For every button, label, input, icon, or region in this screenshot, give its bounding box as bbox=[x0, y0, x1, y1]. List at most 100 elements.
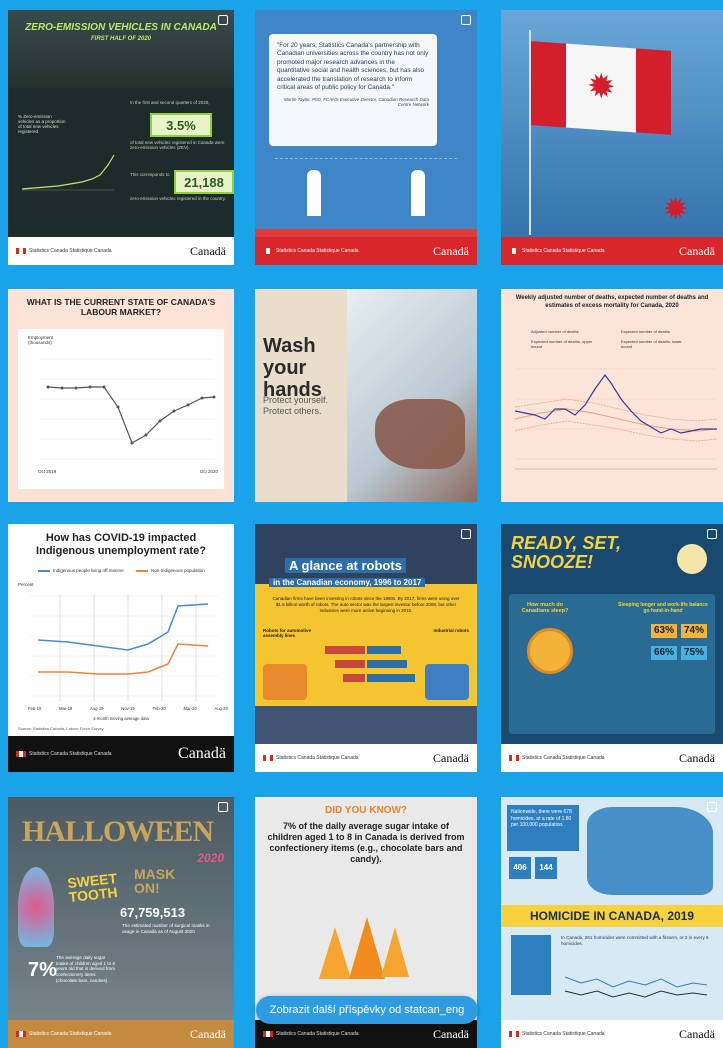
post-zero-emission[interactable]: ZERO-EMISSION VEHICLES IN CANADA FIRST H… bbox=[8, 10, 234, 265]
candy-corn bbox=[349, 917, 385, 979]
canada-wordmark: Canadä bbox=[178, 745, 226, 762]
women-stat-1: 63% bbox=[651, 624, 677, 638]
flag-icon bbox=[16, 1031, 26, 1037]
moon-icon bbox=[677, 544, 707, 574]
pct-desc: The average daily sugar intake of childr… bbox=[56, 955, 115, 983]
chart-label: % Zero-emission vehicles as a proportion… bbox=[18, 114, 66, 134]
legend-4: Expected number of deaths, lower bound bbox=[621, 339, 682, 349]
post-title: How has COVID-19 impacted Indigenous une… bbox=[36, 532, 206, 557]
homicide-line-chart bbox=[564, 976, 708, 998]
question: How much do Canadians sleep? bbox=[521, 602, 569, 614]
gov-wordmark: Statistics Canada Statistique Canada bbox=[263, 248, 359, 254]
red-band bbox=[255, 229, 477, 237]
bar bbox=[335, 660, 365, 668]
stat-percent: 3.5% bbox=[150, 113, 212, 137]
stat-text: In Canada, 261 homicides were committed … bbox=[561, 935, 709, 946]
legend-2: Expected number of deaths bbox=[621, 329, 670, 334]
gov-wordmark: Statistics Canada Statistique Canada bbox=[263, 1031, 359, 1037]
gov-wordmark: Statistics Canada Statistique Canada bbox=[16, 1031, 112, 1037]
post-title: HALLOWEEN bbox=[22, 815, 214, 848]
post-robots[interactable]: A glance at robots in the Canadian econo… bbox=[255, 524, 477, 772]
science-illustration bbox=[275, 158, 457, 211]
canada-wordmark: Canadä bbox=[679, 243, 715, 258]
flag-icon bbox=[16, 248, 26, 254]
x-end-label: Oct 2020 bbox=[199, 469, 218, 474]
flag-icon bbox=[509, 755, 519, 761]
post-rdc-quote[interactable]: "For 20 years, Statistics Canada's partn… bbox=[255, 10, 477, 265]
panel-subtitle: Sleeping longer and work-life balance go… bbox=[618, 602, 708, 614]
sweet-tooth: SWEET TOOTH bbox=[66, 870, 119, 906]
post-title: Weekly adjusted number of deaths, expect… bbox=[515, 295, 709, 309]
quote-card: "For 20 years, Statistics Canada's partn… bbox=[269, 34, 437, 146]
intro-box: Nationwide, there were 678 homicides, at… bbox=[507, 805, 579, 851]
gov-wordmark: Statistics Canada Statistique Canada bbox=[509, 248, 605, 254]
post-labour-market[interactable]: WHAT IS THE CURRENT STATE OF CANADA'S LA… bbox=[8, 289, 234, 502]
post-indigenous-unemployment[interactable]: How has COVID-19 impacted Indigenous une… bbox=[8, 524, 234, 772]
canada-flag: ✹ bbox=[531, 41, 671, 135]
gov-wordmark: Statistics Canada Statistique Canada bbox=[509, 755, 605, 761]
corner-icon bbox=[707, 802, 717, 812]
corner-icon bbox=[461, 15, 471, 25]
post-subtitle: FIRST HALF OF 2020 bbox=[90, 36, 151, 42]
x-axis-ticks: Feb-19 Mar-19 Aug-19 Nov-19 Feb-20 Mar-20 Aug-… bbox=[28, 706, 228, 711]
canada-wordmark: Canadä bbox=[679, 750, 715, 765]
intro-text: Canadian firms have been investing in ro… bbox=[272, 596, 460, 613]
bar bbox=[325, 646, 365, 654]
maple-leaf-small-icon: ✹ bbox=[663, 193, 689, 226]
post-footer: Statistics Canada Statistique Canada Can… bbox=[501, 1020, 723, 1048]
see-more-posts-button[interactable]: Zobrazit další příspěvky od statcan_eng bbox=[256, 996, 478, 1024]
robots-bar-chart bbox=[315, 642, 415, 698]
mortality-chart bbox=[514, 368, 718, 470]
post-footer: Statistics Canada Statistique Canada Can… bbox=[255, 1020, 477, 1048]
canada-wordmark: Canadä bbox=[433, 1026, 469, 1041]
post-sleep[interactable]: READY, SET, SNOOZE! How much do Canadian… bbox=[501, 524, 723, 772]
pct-stat: 7% bbox=[28, 959, 57, 981]
mask-desc: The estimated number of surgical masks i… bbox=[122, 923, 210, 934]
stat-box-2: 144 bbox=[535, 857, 557, 879]
mask-on: MASK ON! bbox=[134, 866, 176, 896]
legend-indigenous: Indigenous people living off reserve bbox=[38, 568, 124, 573]
note-1: In the first and second quarters of 2020… bbox=[130, 100, 210, 105]
gov-wordmark: Statistics Canada Statistique Canada bbox=[16, 248, 112, 254]
corner-icon bbox=[218, 802, 228, 812]
lollipop-icon bbox=[18, 867, 54, 947]
bar bbox=[343, 674, 365, 682]
post-footer: Statistics Canada Statistique Canada Can… bbox=[501, 237, 723, 265]
post-excess-mortality[interactable]: Weekly adjusted number of deaths, expect… bbox=[501, 289, 723, 502]
post-halloween[interactable]: HALLOWEEN 2020 SWEET TOOTH MASK ON! 7% T… bbox=[8, 797, 234, 1048]
corner-icon bbox=[461, 529, 471, 539]
legend-non-indigenous: Non-Indigenous population bbox=[136, 568, 205, 573]
assembly-robot-illustration bbox=[263, 664, 307, 700]
left-label: Robots for automotive assembly lines bbox=[263, 628, 311, 638]
post-wash-hands[interactable]: Wash your hands Protect yourself. Protec… bbox=[255, 289, 477, 502]
gov-wordmark: Statistics Canada Statistique Canada bbox=[16, 751, 112, 757]
legend-1: Adjusted number of deaths bbox=[531, 329, 579, 334]
factory-illustration bbox=[255, 706, 477, 744]
industrial-robot-illustration bbox=[425, 664, 469, 700]
post-title: A glance at robots bbox=[285, 558, 406, 573]
flag-icon bbox=[509, 1031, 519, 1037]
post-canada-flag[interactable]: ✹ ✹ Statistics Canada Statistique Canada… bbox=[501, 10, 723, 265]
post-footer: Statistics Canada Statistique Canada Can… bbox=[8, 1020, 234, 1048]
chart-card: Employment (thousands) Oct 2019 Oct 2020 bbox=[18, 329, 224, 489]
x-start-label: Oct 2019 bbox=[38, 469, 57, 474]
men-stat-1: 66% bbox=[651, 646, 677, 660]
hands-photo bbox=[347, 289, 477, 502]
flag-icon bbox=[263, 1031, 273, 1037]
post-title: READY, SET, SNOOZE! bbox=[511, 533, 622, 572]
stat-count: 21,188 bbox=[174, 170, 234, 194]
gov-wordmark: Statistics Canada Statistique Canada bbox=[263, 755, 359, 761]
quote-attribution: Martin Taylor, PhD, FCAHS Executive Dire… bbox=[283, 96, 429, 107]
post-title: ZERO-EMISSION VEHICLES IN CANADA bbox=[25, 22, 217, 33]
unemployment-chart bbox=[30, 594, 218, 702]
scientist-left bbox=[307, 170, 321, 216]
canada-wordmark: Canadä bbox=[433, 243, 469, 258]
corner-icon bbox=[707, 529, 717, 539]
canada-wordmark: Canadä bbox=[433, 750, 469, 765]
post-body: 7% of the daily average sugar intake of … bbox=[267, 821, 465, 864]
right-label: Industrial robots bbox=[433, 628, 469, 633]
post-homicide[interactable]: Nationwide, there were 678 homicides, at… bbox=[501, 797, 723, 1048]
women-stat-2: 74% bbox=[681, 624, 707, 638]
legend-3: Expected number of deaths, upper bound bbox=[531, 339, 593, 349]
post-title: Wash your hands bbox=[263, 335, 322, 401]
